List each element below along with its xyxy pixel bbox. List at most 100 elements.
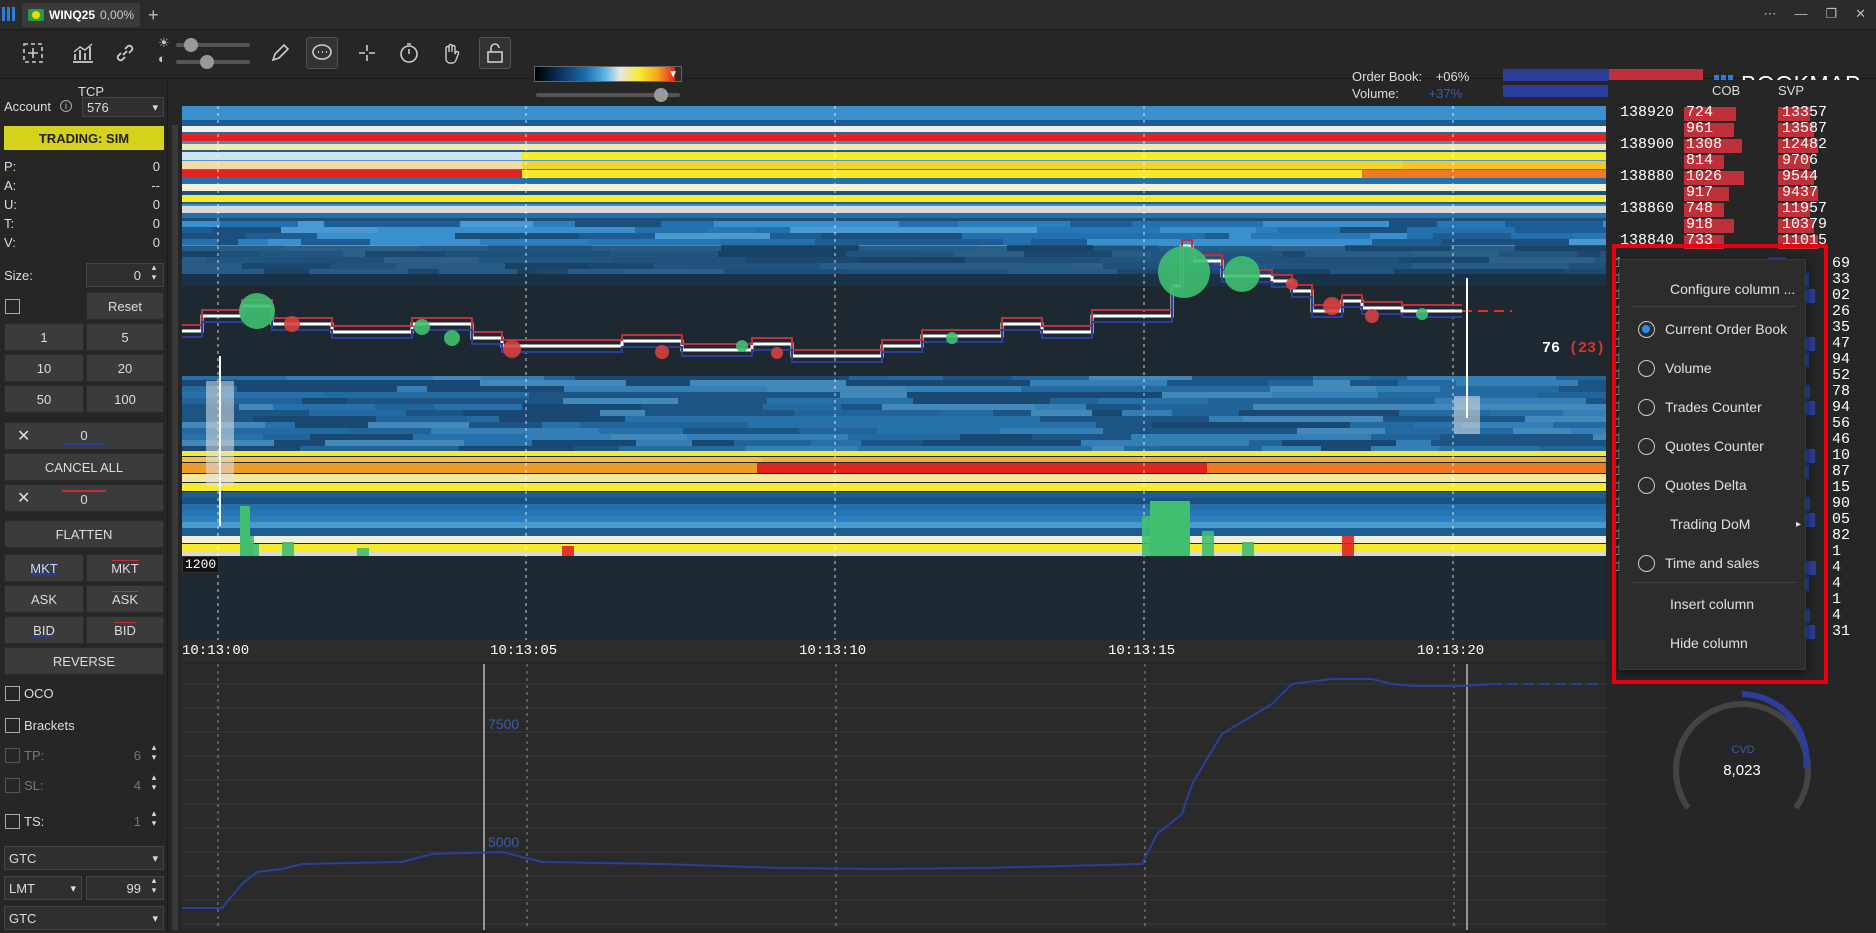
heat-cell [182,451,1606,456]
heat-cell [522,152,1606,160]
qty-5-button[interactable]: 5 [86,323,164,351]
contrast-slider[interactable] [176,55,250,69]
unlock-icon[interactable] [479,37,511,69]
sl-stepper[interactable]: 4 [60,773,164,797]
hand-icon[interactable] [435,37,467,69]
sell-ask-button[interactable]: ASK [86,585,164,613]
heat-cell [861,440,922,446]
account-select[interactable]: 576 [82,97,164,117]
ladder-row: 917 9437 [1614,184,1874,201]
tif-bottom-select[interactable]: GTC [4,906,164,930]
brackets-checkbox[interactable] [5,718,20,733]
heat-cell [427,386,508,392]
brightness-slider[interactable] [176,38,250,52]
cancel-buys-button[interactable]: ✕ 0 [4,422,164,450]
qty-1-button[interactable]: 1 [4,323,84,351]
chat-icon[interactable] [306,37,338,69]
oco-checkbox[interactable] [5,686,20,701]
heat-cell [841,404,882,410]
menu-item-label: Trades Counter [1665,399,1762,415]
indicators-icon[interactable] [67,37,99,69]
heat-cell [1571,428,1606,434]
heatmap-chart[interactable] [182,106,1606,641]
cancel-all-button[interactable]: CANCEL ALL [4,453,164,481]
offset-stepper[interactable]: 99 [86,876,164,900]
quotes-delta-item[interactable]: Quotes Delta [1620,470,1807,500]
link-icon[interactable] [109,37,141,69]
qty-100-button[interactable]: 100 [86,385,164,413]
heat-cell [1593,434,1606,440]
heat-cell [846,380,922,386]
buy-bid-button[interactable]: BID [4,616,84,644]
heat-cell [182,398,302,404]
radio-icon [1638,398,1655,416]
heat-cell [182,410,309,416]
volume-item[interactable]: Volume [1620,353,1807,383]
heat-cell [302,398,347,404]
heat-cell [1037,227,1160,233]
ts-checkbox[interactable] [5,814,20,829]
minimize-icon[interactable]: — [1794,6,1807,22]
heat-cell [1350,422,1414,428]
more-options-icon[interactable]: ⋯ [1763,6,1776,22]
crosshair-icon[interactable] [351,37,383,69]
heat-cell [794,410,940,416]
trading-dom-item[interactable]: Trading DoM ▸ [1620,509,1807,539]
configure-column-item[interactable]: Configure column ... [1620,274,1807,304]
quotes-counter-item[interactable]: Quotes Counter [1620,431,1807,461]
buy-ask-button[interactable]: ASK [4,585,84,613]
qty-50-button[interactable]: 50 [4,385,84,413]
ladder-svp-value: 9437 [1782,184,1819,201]
price-ladder: 138920 724 13357 961 13587 138900 1308 12482 814… [1608,104,1876,264]
panel-scrollbar[interactable] [172,125,178,930]
trade-bubble [239,293,275,329]
trades-counter-item[interactable]: Trades Counter [1620,392,1807,422]
insert-column-item[interactable]: Insert column [1620,589,1807,619]
heatmap-contrast-slider[interactable] [536,88,680,102]
sl-label: SL: [24,778,44,793]
heat-cell [1118,416,1209,422]
svp-partial-value: 26 [1832,303,1851,320]
heat-cell [661,392,780,398]
heat-cell [901,227,1037,233]
add-tab-button[interactable]: + [148,5,159,26]
sell-mkt-button[interactable]: MKT [86,554,164,582]
size-stepper[interactable]: 0 [86,263,164,287]
qty-20-button[interactable]: 20 [86,354,164,382]
radio-selected-icon [1638,320,1655,338]
info-icon[interactable]: i [60,100,72,112]
current-order-book-item[interactable]: Current Order Book [1620,314,1807,344]
hide-column-item[interactable]: Hide column [1620,628,1807,658]
heat-cell [723,386,767,392]
heat-cell [714,221,852,227]
ts-stepper[interactable]: 1 [60,809,164,833]
heat-cell [182,544,1606,552]
flatten-button[interactable]: FLATTEN [4,520,164,548]
tif-select[interactable]: GTC [4,846,164,870]
tp-checkbox[interactable] [5,748,20,763]
time-and-sales-item[interactable]: Time and sales [1620,548,1807,578]
tp-stepper[interactable]: 6 [60,743,164,767]
heat-cell [1003,239,1031,245]
heatmap-colorbar-select[interactable]: ▼ [534,66,682,82]
cvd-indicator-chart[interactable]: 7500 5000 [182,664,1606,930]
close-icon[interactable]: ✕ [1855,6,1866,22]
timer-icon[interactable] [393,37,425,69]
cancel-sells-button[interactable]: ✕ 0 [4,484,164,512]
heat-cell [1574,440,1606,446]
size-checkbox[interactable] [5,299,20,314]
order-type-select[interactable]: LMT [4,876,82,900]
sell-bid-button[interactable]: BID [86,616,164,644]
reverse-button[interactable]: REVERSE [4,647,164,675]
buy-mkt-button[interactable]: MKT [4,554,84,582]
qty-10-button[interactable]: 10 [4,354,84,382]
reset-button[interactable]: Reset [86,292,164,320]
heat-cell [687,434,848,440]
instrument-tab[interactable]: WINQ25 0,00% [22,3,140,27]
pencil-icon[interactable] [264,37,296,69]
heat-cell [274,440,325,446]
sl-checkbox[interactable] [5,778,20,793]
add-widget-icon[interactable] [17,37,49,69]
svp-partial-value: 33 [1832,271,1851,288]
restore-icon[interactable]: ❐ [1825,6,1837,22]
